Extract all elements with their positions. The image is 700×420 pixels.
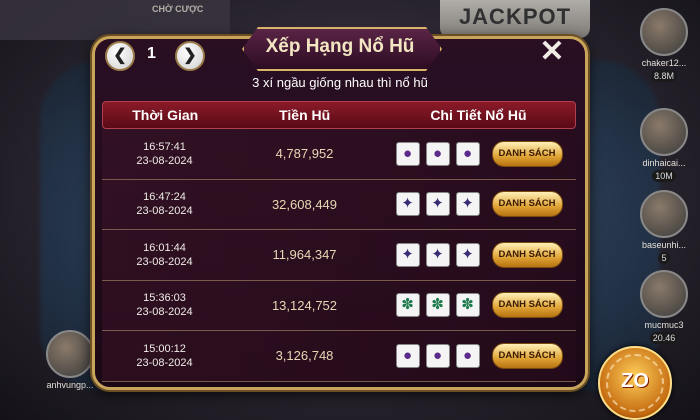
player-seat[interactable]: mucmuc3 20.46 [634,270,694,344]
player-seat[interactable]: chaker12... 8.8M [634,8,694,82]
table-row: 16:01:44 23-08-2024 11,964,347 ✦ ✦ ✦ DAN… [102,230,576,281]
gourd-dice-icon: ● [455,343,480,368]
gourd-dice-icon: ● [425,343,450,368]
row-time: 15:00:12 23-08-2024 [102,342,227,370]
gourd-dice-icon: ● [395,343,420,368]
crab-dice-icon: ✽ [395,293,420,318]
row-detail: ● ● ● DANH SÁCH [382,342,576,369]
list-button[interactable]: DANH SÁCH [491,241,563,268]
avatar [46,330,94,378]
table-row: 15:36:03 23-08-2024 13,124,752 ✽ ✽ ✽ DAN… [102,280,576,331]
player-name: baseunhi... [641,240,687,250]
player-name: mucmuc3 [644,320,684,330]
table-row: 15:00:12 23-08-2024 3,126,748 ● ● ● DANH… [102,331,576,382]
close-button[interactable]: ✕ [537,37,567,67]
row-time-value: 15:00:12 [143,342,186,355]
close-icon: ✕ [539,35,565,68]
jackpot-table: Thời Gian Tiền Hũ Chi Tiết Nổ Hũ 16:57:4… [102,101,576,382]
player-name: anhvungp... [46,380,94,390]
table-row: 16:57:41 23-08-2024 4,787,952 ● ● ● DANH… [102,129,576,180]
row-detail: ✦ ✦ ✦ DANH SÁCH [382,191,576,218]
row-time-value: 15:36:03 [143,292,186,305]
logo-text: ZO [621,370,649,392]
jackpot-ranking-dialog: Xếp Hạng Nổ Hũ ❮ 1 ❯ ✕ 3 xí ngầu giống n… [92,27,588,390]
row-amount: 11,964,347 [272,247,337,263]
table-row: 16:47:24 23-08-2024 32,608,449 ✦ ✦ ✦ DAN… [102,179,576,230]
waiting-bet-label: CHỜ CƯỢC [152,4,204,14]
row-time: 16:01:44 23-08-2024 [102,241,227,269]
list-button[interactable]: DANH SÁCH [491,140,563,167]
row-time: 16:47:24 23-08-2024 [102,190,227,218]
player-name: dinhaicai... [642,158,686,168]
row-time-value: 16:57:41 [143,140,186,153]
chevron-left-icon: ❮ [113,47,127,64]
bet-status-bar: CHỜ CƯỢC [0,0,230,40]
avatar [640,190,688,238]
column-header-amount: Tiền Hũ [279,107,331,123]
player-name: chaker12... [641,58,687,68]
chevron-right-icon: ❯ [183,47,197,64]
row-amount: 32,608,449 [271,196,338,212]
row-date-value: 23-08-2024 [136,205,193,218]
player-money: 5 [658,252,670,264]
prev-page-button[interactable]: ❮ [105,41,135,71]
row-date-value: 23-08-2024 [136,306,193,319]
row-amount: 3,126,748 [275,348,334,364]
list-button[interactable]: DANH SÁCH [491,342,563,369]
player-money: 20.46 [649,332,679,344]
row-time-value: 16:47:24 [143,191,186,204]
player-seat[interactable]: anhvungp... [40,330,100,390]
column-header-detail: Chi Tiết Nổ Hũ [430,107,527,123]
row-date-value: 23-08-2024 [136,255,193,268]
row-detail: ✽ ✽ ✽ DANH SÁCH [382,292,576,319]
deer-dice-icon: ✦ [455,242,480,267]
player-seat[interactable]: dinhaicai... 10M [634,108,694,182]
crab-dice-icon: ✽ [455,293,480,318]
row-time-value: 16:01:44 [143,241,186,254]
list-button[interactable]: DANH SÁCH [491,292,563,319]
crab-dice-icon: ✽ [425,293,450,318]
row-amount: 4,787,952 [275,146,334,162]
dialog-title: Xếp Hạng Nổ Hũ [265,36,415,57]
dialog-subtitle: 3 xí ngầu giống nhau thì nổ hũ [252,75,428,90]
deer-dice-icon: ✦ [395,242,420,267]
row-time: 16:57:41 23-08-2024 [102,140,227,168]
deer-dice-icon: ✦ [425,192,450,217]
deer-dice-icon: ✦ [425,242,450,267]
row-detail: ● ● ● DANH SÁCH [382,140,576,167]
row-detail: ✦ ✦ ✦ DANH SÁCH [382,241,576,268]
gourd-dice-icon: ● [455,141,480,166]
deer-dice-icon: ✦ [455,192,480,217]
row-time: 15:36:03 23-08-2024 [102,291,227,319]
row-date-value: 23-08-2024 [136,154,193,167]
row-date-value: 23-08-2024 [136,356,193,369]
avatar [640,108,688,156]
gourd-dice-icon: ● [425,141,450,166]
gourd-dice-icon: ● [395,141,420,166]
avatar [640,270,688,318]
next-page-button[interactable]: ❯ [175,41,205,71]
game-logo: ZO [598,346,672,420]
avatar [640,8,688,56]
player-seat[interactable]: baseunhi... 5 [634,190,694,264]
player-money: 10M [652,170,676,182]
deer-dice-icon: ✦ [395,192,420,217]
column-header-time: Thời Gian [132,107,199,123]
row-amount: 13,124,752 [271,297,338,313]
table-header: Thời Gian Tiền Hũ Chi Tiết Nổ Hũ [102,101,576,129]
jackpot-banner: JACKPOT [440,0,590,38]
player-money: 8.8M [650,70,677,82]
page-number: 1 [147,45,156,62]
list-button[interactable]: DANH SÁCH [491,191,563,218]
